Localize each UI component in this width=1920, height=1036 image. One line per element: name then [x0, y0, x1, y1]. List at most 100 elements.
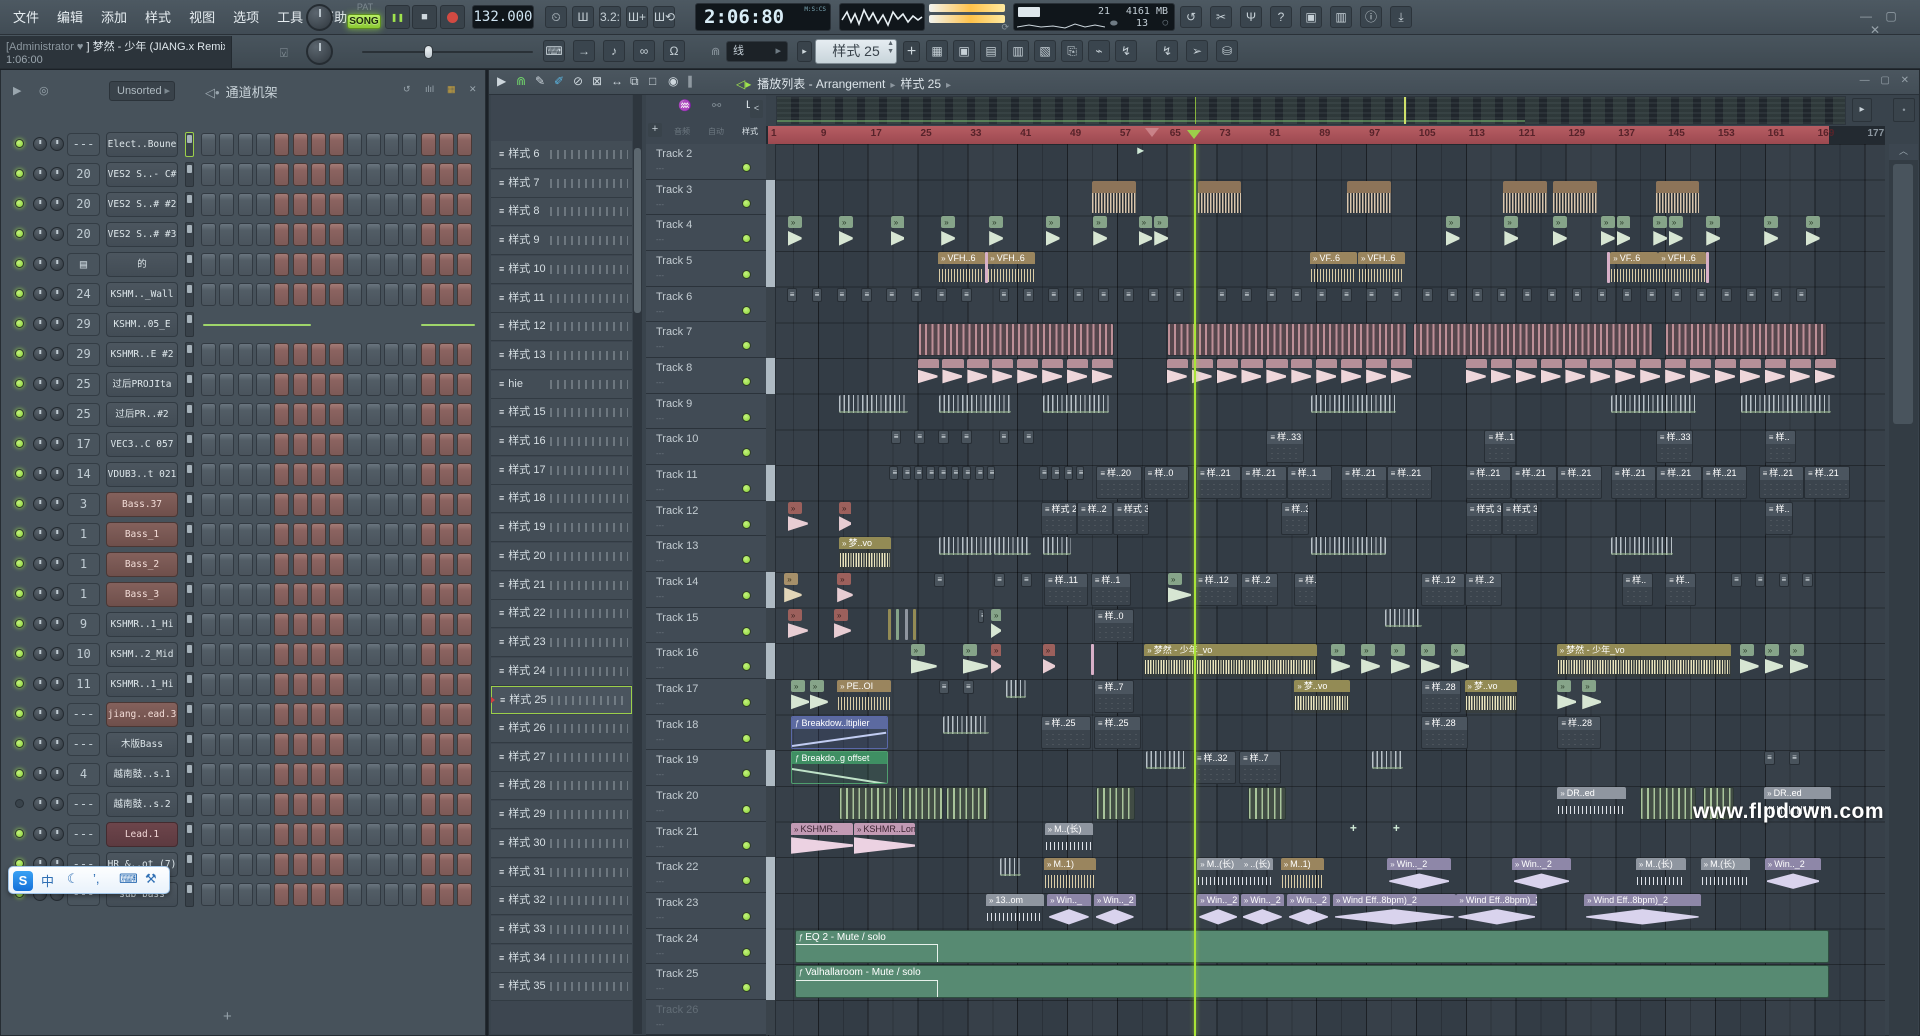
- channel-pan-knob[interactable]: [33, 227, 47, 241]
- step-cell[interactable]: [457, 613, 472, 636]
- step-cell[interactable]: [274, 583, 289, 606]
- step-cell[interactable]: [402, 223, 417, 246]
- playlist-clip[interactable]: ≡样..0: [1094, 609, 1134, 642]
- channel-target-number[interactable]: ---: [67, 823, 100, 846]
- track-color-strip[interactable]: [766, 608, 776, 644]
- step-cell[interactable]: [402, 493, 417, 516]
- playlist-clip[interactable]: ≡样..28: [1421, 680, 1461, 713]
- step-cell[interactable]: [219, 733, 234, 756]
- step-cell[interactable]: [421, 163, 436, 186]
- step-cell[interactable]: [311, 613, 326, 636]
- channel-pan-knob[interactable]: [33, 287, 47, 301]
- playlist-clip[interactable]: ≡样..21: [1241, 466, 1286, 499]
- playlist-clip[interactable]: »: [1331, 644, 1350, 675]
- pattern-item[interactable]: ≡样式 13: [491, 342, 632, 370]
- track-mute-led[interactable]: [742, 769, 751, 778]
- playlist-clip[interactable]: »: [810, 680, 828, 711]
- step-cell[interactable]: [402, 133, 417, 156]
- playlist-clip[interactable]: ≡: [787, 288, 798, 302]
- channel-target-number[interactable]: 20: [67, 193, 100, 216]
- step-cell[interactable]: [421, 583, 436, 606]
- step-cell[interactable]: [384, 763, 399, 786]
- time-display[interactable]: 2:06:80 M:S:CS: [695, 3, 831, 31]
- playlist-clip[interactable]: [1565, 359, 1586, 386]
- pause-button[interactable]: ❚❚: [385, 5, 410, 29]
- playlist-clip[interactable]: [1167, 323, 1407, 356]
- step-cell[interactable]: [293, 553, 308, 576]
- main-volume-knob[interactable]: [306, 4, 333, 31]
- step-cell[interactable]: [457, 223, 472, 246]
- step-cell[interactable]: [311, 763, 326, 786]
- step-cell[interactable]: [293, 373, 308, 396]
- step-cell[interactable]: [439, 253, 454, 276]
- channel-mini-fader[interactable]: [185, 702, 194, 727]
- step-cell[interactable]: [219, 703, 234, 726]
- playlist-clip[interactable]: [1167, 359, 1188, 386]
- step-cell[interactable]: [329, 253, 344, 276]
- step-cell[interactable]: [384, 223, 399, 246]
- ime-item-0[interactable]: 中: [41, 871, 54, 890]
- step-cell[interactable]: [439, 463, 454, 486]
- minimap-next-button[interactable]: ▸: [1852, 98, 1872, 122]
- channel-mini-fader[interactable]: [185, 282, 194, 307]
- step-cell[interactable]: [201, 133, 216, 156]
- step-cell[interactable]: [238, 463, 253, 486]
- step-cell[interactable]: [219, 523, 234, 546]
- step-cell[interactable]: [256, 583, 271, 606]
- track-header[interactable]: Track 21---: [646, 822, 766, 858]
- step-cell[interactable]: [366, 373, 381, 396]
- channel-volume-knob[interactable]: [50, 197, 64, 211]
- playlist-clip[interactable]: ≡: [939, 680, 950, 694]
- step-cell[interactable]: [329, 433, 344, 456]
- playlist-clip[interactable]: ≡: [1366, 288, 1377, 302]
- playlist-clip[interactable]: »: [891, 216, 905, 247]
- playlist-clip[interactable]: ≡: [914, 430, 925, 444]
- playlist-clip[interactable]: »: [839, 502, 851, 533]
- step-cell[interactable]: [219, 223, 234, 246]
- channel-led[interactable]: [15, 799, 24, 808]
- step-cell[interactable]: [402, 283, 417, 306]
- step-cell[interactable]: [201, 823, 216, 846]
- channel-volume-knob[interactable]: [50, 737, 64, 751]
- channel-pan-knob[interactable]: [33, 647, 47, 661]
- track-header[interactable]: Track 22---: [646, 857, 766, 893]
- step-cell[interactable]: [201, 853, 216, 876]
- step-cell[interactable]: [274, 613, 289, 636]
- channel-button[interactable]: VES2 S..# #2: [106, 192, 178, 217]
- step-cell[interactable]: [293, 163, 308, 186]
- playlist-clip[interactable]: ≡: [1696, 288, 1707, 302]
- playlist-clip[interactable]: ≡: [999, 430, 1010, 444]
- track-mute-led[interactable]: [742, 163, 751, 172]
- playlist-clip[interactable]: [1311, 395, 1396, 413]
- playlist-clip[interactable]: [1741, 395, 1831, 413]
- pattern-item[interactable]: ≡样式 12: [491, 313, 632, 341]
- channel-mini-fader[interactable]: [185, 732, 194, 757]
- pattern-selector[interactable]: 样式 25 ▲▼: [815, 39, 897, 64]
- playlist-tool-0[interactable]: ▶: [497, 74, 506, 88]
- playlist-clip[interactable]: ≡: [1064, 466, 1073, 480]
- pattern-item[interactable]: ≡样式 21: [491, 572, 632, 600]
- pattern-item[interactable]: ≡样式 9: [491, 227, 632, 255]
- step-cell[interactable]: [256, 463, 271, 486]
- step-cell[interactable]: [311, 823, 326, 846]
- channel-button[interactable]: Bass_1: [106, 522, 178, 547]
- step-cell[interactable]: [457, 193, 472, 216]
- channel-led[interactable]: [15, 409, 24, 418]
- playlist-clip[interactable]: »: [1043, 644, 1055, 675]
- track-color-strip[interactable]: [766, 643, 776, 679]
- channel-led[interactable]: [15, 199, 24, 208]
- cpu-reset-icon[interactable]: ⟳: [1001, 22, 1009, 33]
- channel-button[interactable]: 的: [106, 252, 178, 277]
- step-cell[interactable]: [457, 253, 472, 276]
- toggle-icon-0[interactable]: ▦: [926, 40, 948, 62]
- playlist-clip[interactable]: ≡样..20: [1096, 466, 1141, 499]
- step-cell[interactable]: [347, 703, 362, 726]
- step-cell[interactable]: [347, 403, 362, 426]
- playlist-clip[interactable]: ≡: [1472, 288, 1483, 302]
- channel-target-number[interactable]: 20: [67, 163, 100, 186]
- playlist-clip[interactable]: [1607, 252, 1610, 283]
- playlist-clip[interactable]: [1248, 787, 1286, 820]
- step-cell[interactable]: [201, 523, 216, 546]
- step-cell[interactable]: [219, 283, 234, 306]
- tool-icon-4[interactable]: ▣: [1300, 6, 1322, 28]
